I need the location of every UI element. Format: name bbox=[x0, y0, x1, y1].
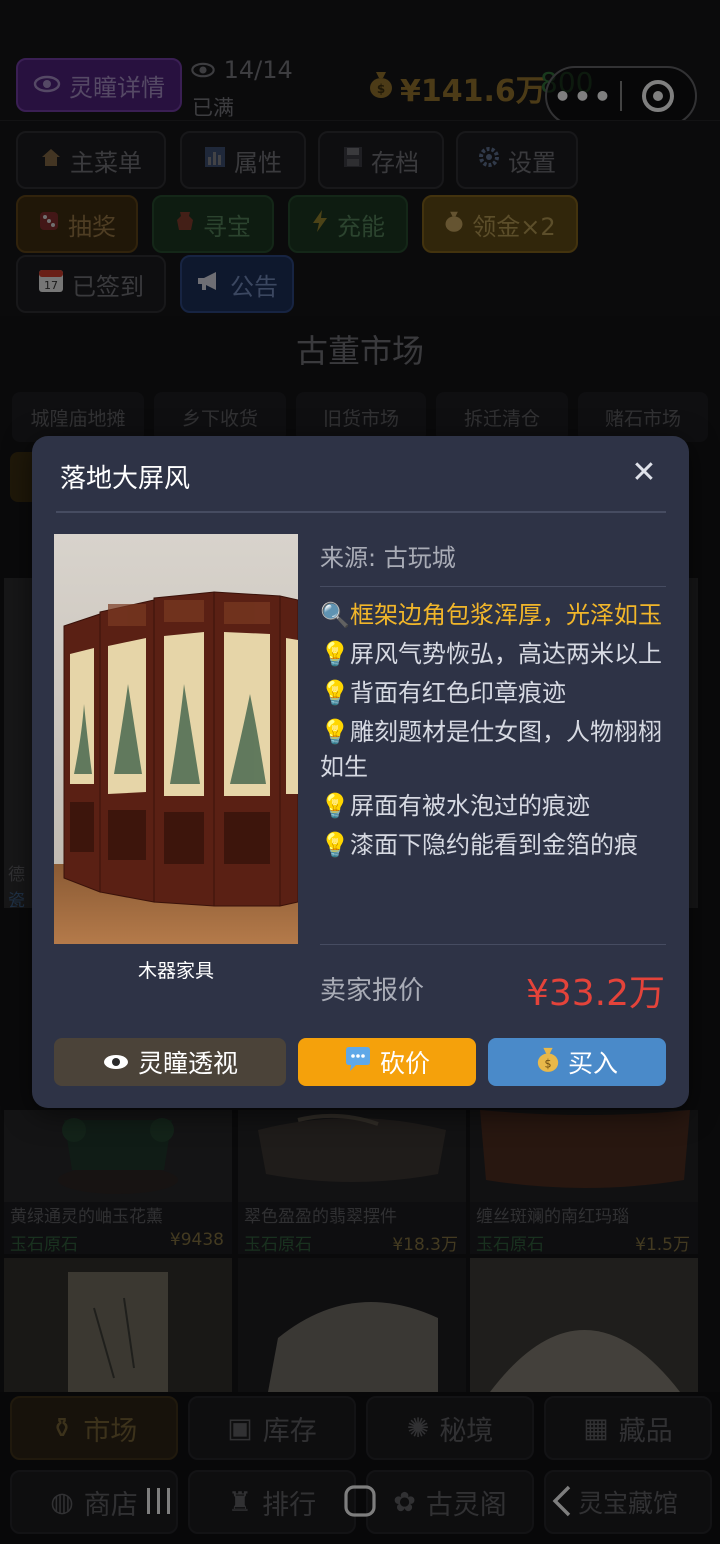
clue-text: 雕刻题材是仕女图，人物栩栩如生 bbox=[320, 718, 662, 781]
clue-text: 屏风气势恢弘，高达两米以上 bbox=[350, 640, 662, 668]
offer-label: 卖家报价 bbox=[320, 976, 425, 1006]
clue-item: 💡漆面下隐约能看到金箔的痕 bbox=[320, 828, 670, 863]
item-photo bbox=[54, 534, 298, 944]
buy-button[interactable]: $ 买入 bbox=[488, 1038, 666, 1086]
bulb-icon: 💡 bbox=[320, 640, 350, 668]
clue-text: 背面有红色印章痕迹 bbox=[350, 679, 566, 707]
close-icon[interactable]: ✕ bbox=[627, 456, 661, 490]
clue-text: 框架边角包浆浑厚，光泽如玉 bbox=[350, 601, 662, 629]
clue-item: 💡屏面有被水泡过的痕迹 bbox=[320, 789, 670, 824]
bulb-icon: 💡 bbox=[320, 718, 350, 746]
clue-item: 💡屏风气势恢弘，高达两米以上 bbox=[320, 637, 670, 672]
bulb-icon: 💡 bbox=[320, 679, 350, 707]
item-source: 来源: 古玩城 bbox=[320, 544, 456, 572]
price-divider bbox=[320, 944, 666, 945]
offer-price: ¥33.2万 bbox=[525, 973, 665, 1014]
eye-icon bbox=[102, 1048, 130, 1077]
peek-button[interactable]: 灵瞳透视 bbox=[54, 1038, 286, 1086]
bargain-label: 砍价 bbox=[379, 1049, 430, 1078]
buy-label: 买入 bbox=[567, 1049, 618, 1078]
modal-title: 落地大屏风 bbox=[60, 464, 191, 494]
modal-divider bbox=[56, 511, 666, 513]
speech-bubble-icon bbox=[344, 1046, 372, 1078]
clue-item: 🔍框架边角包浆浑厚，光泽如玉 bbox=[320, 598, 670, 633]
money-bag-icon: $ bbox=[536, 1045, 560, 1079]
source-divider bbox=[320, 586, 666, 587]
clue-text: 屏面有被水泡过的痕迹 bbox=[350, 792, 590, 820]
svg-text:$: $ bbox=[544, 1057, 551, 1070]
clue-list[interactable]: 🔍框架边角包浆浑厚，光泽如玉 💡屏风气势恢弘，高达两米以上 💡背面有红色印章痕迹… bbox=[320, 598, 670, 934]
magnifier-icon: 🔍 bbox=[320, 601, 350, 629]
clue-item: 💡背面有红色印章痕迹 bbox=[320, 676, 670, 711]
bulb-icon: 💡 bbox=[320, 792, 350, 820]
item-detail-modal: 落地大屏风 ✕ 木器家具 来源: 古玩城 🔍框架边角包浆浑厚，光泽如玉 💡屏风气… bbox=[32, 436, 689, 1108]
bargain-button[interactable]: 砍价 bbox=[298, 1038, 476, 1086]
item-category: 木器家具 bbox=[137, 960, 214, 982]
peek-label: 灵瞳透视 bbox=[137, 1049, 238, 1078]
clue-text: 漆面下隐约能看到金箔的痕 bbox=[350, 831, 638, 859]
app-root: { "header": { "eye_button": "灵瞳详情", "eye… bbox=[0, 0, 720, 1544]
bulb-icon: 💡 bbox=[320, 831, 350, 859]
clue-item: 💡雕刻题材是仕女图，人物栩栩如生 bbox=[320, 715, 670, 785]
